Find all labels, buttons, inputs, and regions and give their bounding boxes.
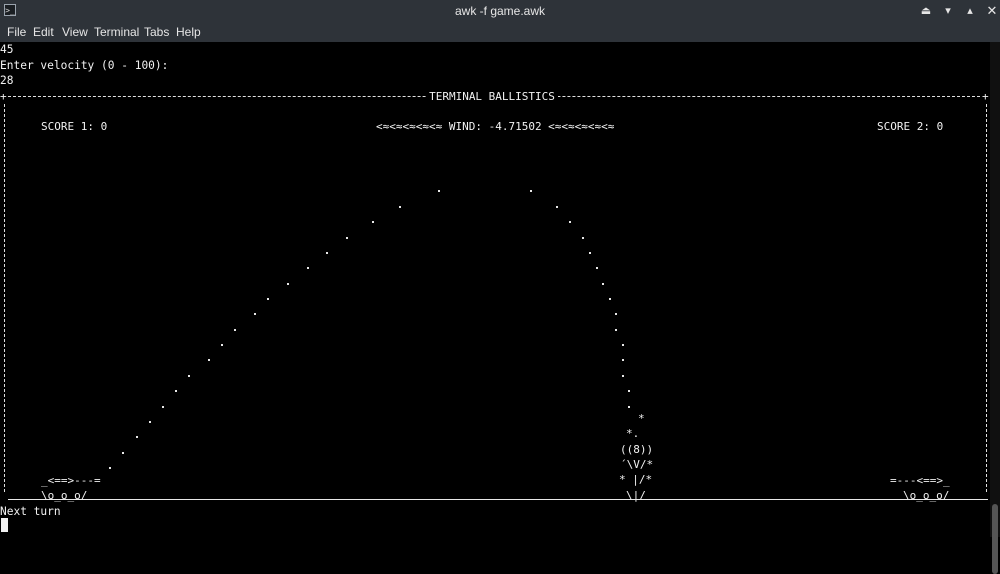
cannon-left: _<==>---= xyxy=(41,474,101,487)
scrollbar-thumb[interactable] xyxy=(992,504,998,574)
playfield-right-border xyxy=(986,104,988,492)
trajectory-dot xyxy=(122,452,124,454)
trajectory-dot xyxy=(234,329,236,331)
trajectory-dot xyxy=(622,344,624,346)
trajectory-dot xyxy=(287,283,289,285)
score-player-2: SCORE 2: 0 xyxy=(877,120,944,133)
trajectory-dot xyxy=(326,252,328,254)
trajectory-dot xyxy=(628,406,630,408)
score-player-1: SCORE 1: 0 xyxy=(41,120,108,133)
trajectory-dot xyxy=(307,267,309,269)
velocity-prompt: Enter velocity (0 - 100): xyxy=(0,59,169,72)
trajectory-dot xyxy=(221,344,223,346)
explosion-line-2: *. xyxy=(626,427,640,440)
trajectory-dot xyxy=(582,237,584,239)
trajectory-dot xyxy=(569,221,571,223)
trajectory-dot xyxy=(254,313,256,315)
terminal-scrollbar[interactable] xyxy=(990,42,1000,574)
trajectory-dot xyxy=(628,390,630,392)
trajectory-dot xyxy=(596,267,598,269)
explosion-line-5: * |/* xyxy=(619,473,653,486)
cannon-right-base: \o_o_o/ xyxy=(903,489,950,502)
previous-input: 45 xyxy=(0,43,14,56)
trajectory-dot xyxy=(149,421,151,423)
explosion-line-6: \|/ xyxy=(626,489,646,502)
trajectory-dot xyxy=(208,359,210,361)
trajectory-dot xyxy=(136,436,138,438)
wind-indicator: <≈<≈<≈<≈<≈ WIND: -4.71502 <≈<≈<≈<≈<≈ xyxy=(376,120,615,133)
cannon-left-base: \o_o_o/ xyxy=(41,489,88,502)
trajectory-dot xyxy=(346,237,348,239)
trajectory-dot xyxy=(188,375,190,377)
explosion-line-1: * xyxy=(638,412,645,425)
game-banner: TERMINAL BALLISTICS xyxy=(426,89,558,104)
trajectory-dot xyxy=(556,206,558,208)
cannon-right: =---<==>_ xyxy=(890,474,950,487)
trajectory-dot xyxy=(615,329,617,331)
text-cursor xyxy=(1,518,8,532)
trajectory-dot xyxy=(175,390,177,392)
playfield-left-border xyxy=(4,104,6,492)
trajectory-dot xyxy=(162,406,164,408)
trajectory-dot xyxy=(609,298,611,300)
trajectory-dot xyxy=(622,359,624,361)
trajectory-dot xyxy=(399,206,401,208)
explosion-line-4: ´\V/* xyxy=(620,458,654,471)
terminal-view[interactable]: 45 Enter velocity (0 - 100): 28 + + TERM… xyxy=(0,0,990,537)
trajectory-dot xyxy=(602,283,604,285)
ground-line xyxy=(8,499,988,500)
trajectory-dot xyxy=(589,252,591,254)
trajectory-dot xyxy=(622,375,624,377)
trajectory-dot xyxy=(267,298,269,300)
trajectory-dot xyxy=(615,313,617,315)
trajectory-dot xyxy=(109,467,111,469)
velocity-input: 28 xyxy=(0,74,14,87)
explosion-line-3: ((8)) xyxy=(620,443,654,456)
trajectory-dot xyxy=(438,190,440,192)
trajectory-dot xyxy=(372,221,374,223)
playfield-top-border: + + TERMINAL BALLISTICS xyxy=(0,89,989,104)
status-text: Next turn xyxy=(0,505,61,518)
trajectory-dot xyxy=(530,190,532,192)
